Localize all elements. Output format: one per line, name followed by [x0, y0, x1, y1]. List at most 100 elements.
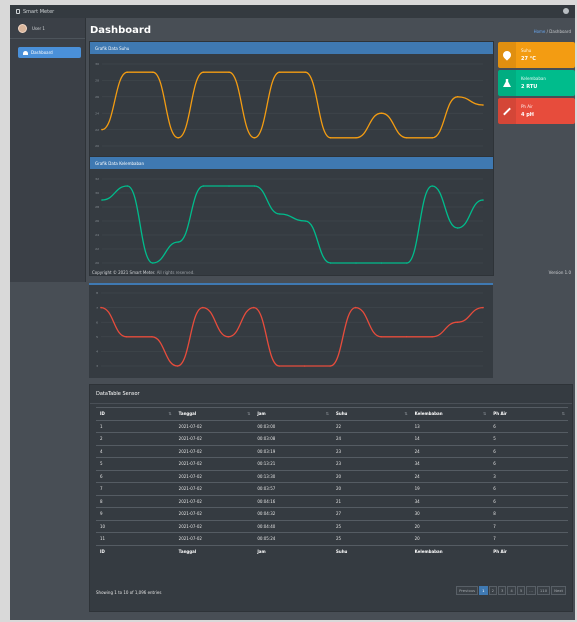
data-point — [228, 185, 230, 187]
data-point — [253, 185, 256, 187]
brand[interactable]: Smart Meter — [10, 5, 86, 18]
table-cell: 7 — [96, 482, 175, 495]
data-point — [355, 137, 357, 139]
sort-icon[interactable]: ⇅ — [483, 411, 486, 416]
table-cell: 00:13:21 — [253, 457, 332, 470]
sidebar-item-dashboard[interactable]: Dashboard — [18, 47, 81, 58]
page-button[interactable]: 1 — [479, 586, 488, 595]
table-cell: 2 — [96, 432, 175, 445]
table-header-cell[interactable]: Kelembaban ⇅ — [410, 407, 490, 420]
data-point — [482, 306, 484, 309]
table-row[interactable]: 10 2021-07-02 00:04:40 25 20 7 — [96, 519, 568, 533]
table-header-cell[interactable]: Jam ⇅ — [253, 407, 332, 420]
content-wrapper: Dashboard Home / Dashboard Grafik Data S… — [86, 18, 575, 282]
page-button[interactable]: 2 — [488, 586, 497, 595]
table-row[interactable]: 6 2021-07-02 00:13:30 20 24 3 — [96, 469, 568, 483]
column-label: ID — [100, 549, 105, 554]
table-footer-cell: Kelembaban — [410, 544, 490, 558]
rights-text: All rights reserved. — [156, 270, 195, 275]
table-cell: 25 — [331, 532, 411, 545]
data-point — [126, 71, 129, 73]
settings-icon[interactable] — [563, 8, 569, 14]
table-cell: 24 — [331, 432, 411, 445]
table-cell: 34 — [410, 494, 490, 508]
page-button[interactable]: 110 — [536, 586, 551, 595]
table-cell: 19 — [410, 482, 490, 495]
table-row[interactable]: 8 2021-07-02 00:04:16 21 34 6 — [96, 494, 568, 508]
data-point — [482, 199, 484, 201]
y-tick-label: 22 — [95, 128, 99, 132]
temperature-chart-panel: Grafik Data Suhu 30 28 26 24 22 20 — [89, 41, 494, 159]
top-navbar: Smart Meter — [10, 5, 575, 18]
previous-page-button[interactable]: Previous — [456, 586, 479, 595]
data-point — [100, 306, 102, 309]
table-header-cell[interactable]: ID ⇅ — [96, 407, 175, 420]
table-footer-cell: Tanggal — [174, 544, 254, 558]
table-row[interactable]: 9 2021-07-02 00:04:32 27 30 8 — [96, 507, 568, 520]
user-panel[interactable]: User 1 — [10, 18, 85, 39]
flame-icon — [501, 49, 513, 61]
table-title: DataTable Sensor — [90, 385, 572, 404]
data-point — [279, 71, 281, 73]
data-point — [304, 71, 306, 73]
column-label: Tanggal — [178, 411, 197, 417]
table-footer-cell: Jam — [253, 544, 332, 558]
series-line — [101, 71, 484, 139]
table-cell: 20 — [331, 469, 411, 483]
sort-icon[interactable]: ⇅ — [562, 411, 565, 416]
table-row[interactable]: 11 2021-07-02 00:05:24 25 20 7 — [96, 532, 568, 545]
page-button[interactable]: 3 — [498, 586, 507, 595]
page-button[interactable]: 4 — [507, 586, 516, 595]
page-title: Dashboard — [90, 25, 151, 36]
humidity-line-chart: 32302826242220 — [95, 177, 484, 265]
brand-name: Smart Meter — [23, 8, 55, 15]
breadcrumb-home[interactable]: Home — [534, 29, 546, 34]
table-header-cell[interactable]: Suhu ⇅ — [331, 407, 411, 420]
data-point — [177, 137, 179, 139]
table-cell: 6 — [489, 444, 568, 458]
data-point — [202, 185, 205, 187]
data-point — [456, 321, 459, 323]
table-cell: 6 — [489, 419, 568, 433]
table-footer-row: ID Tanggal Jam Suhu Kelembaban Ph Air — [96, 544, 568, 558]
flask-icon — [503, 79, 511, 87]
info-label: Suhu — [521, 48, 532, 53]
data-point — [152, 71, 154, 73]
copyright: Copyright © 2021 Smart Meter. All rights… — [92, 270, 195, 275]
table-cell: 6 — [489, 482, 568, 495]
table-cell: 4 — [96, 444, 175, 458]
column-label: Tanggal — [178, 549, 197, 554]
page-button[interactable]: 5 — [516, 586, 526, 595]
table-row[interactable]: 5 2021-07-02 00:13:21 23 34 6 — [96, 457, 568, 470]
table-cell: 7 — [489, 519, 568, 533]
y-tick-label: 4 — [96, 350, 98, 354]
y-tick-label: 3 — [96, 364, 98, 368]
table-cell: 2021-07-02 — [174, 469, 254, 483]
table-row[interactable]: 4 2021-07-02 00:03:19 23 24 6 — [96, 444, 568, 458]
table-row[interactable]: 2 2021-07-02 00:03:08 24 14 5 — [96, 432, 568, 445]
column-label: Suhu — [335, 411, 348, 417]
data-point — [253, 306, 255, 309]
sort-icon[interactable]: ⇅ — [168, 411, 171, 416]
sort-icon[interactable]: ⇅ — [247, 411, 250, 416]
sort-icon[interactable]: ⇅ — [404, 411, 407, 416]
table-row[interactable]: 7 2021-07-02 00:03:57 20 19 6 — [96, 482, 568, 495]
table-cell: 11 — [96, 532, 175, 545]
table-cell: 21 — [331, 494, 411, 508]
next-page-button[interactable]: Next — [551, 586, 566, 595]
data-point — [177, 241, 179, 243]
column-label: Ph Air — [493, 549, 507, 554]
table-info: Showing 1 to 10 of 1,096 entries — [96, 590, 162, 595]
table-cell: 25 — [331, 519, 411, 533]
table-row[interactable]: 1 2021-07-02 00:03:00 22 13 6 — [96, 419, 568, 433]
data-point — [329, 365, 331, 367]
y-tick-label: 8 — [96, 291, 98, 295]
data-point — [303, 365, 306, 367]
data-point — [456, 227, 459, 229]
sort-icon[interactable]: ⇅ — [326, 411, 329, 416]
table-header-cell[interactable]: Tanggal ⇅ — [174, 407, 254, 420]
info-value: 2 RTU — [521, 84, 538, 90]
table-footer-cell: ID — [96, 544, 175, 558]
table-cell: 00:03:19 — [253, 444, 332, 458]
table-header-cell[interactable]: Ph Air ⇅ — [489, 407, 568, 420]
